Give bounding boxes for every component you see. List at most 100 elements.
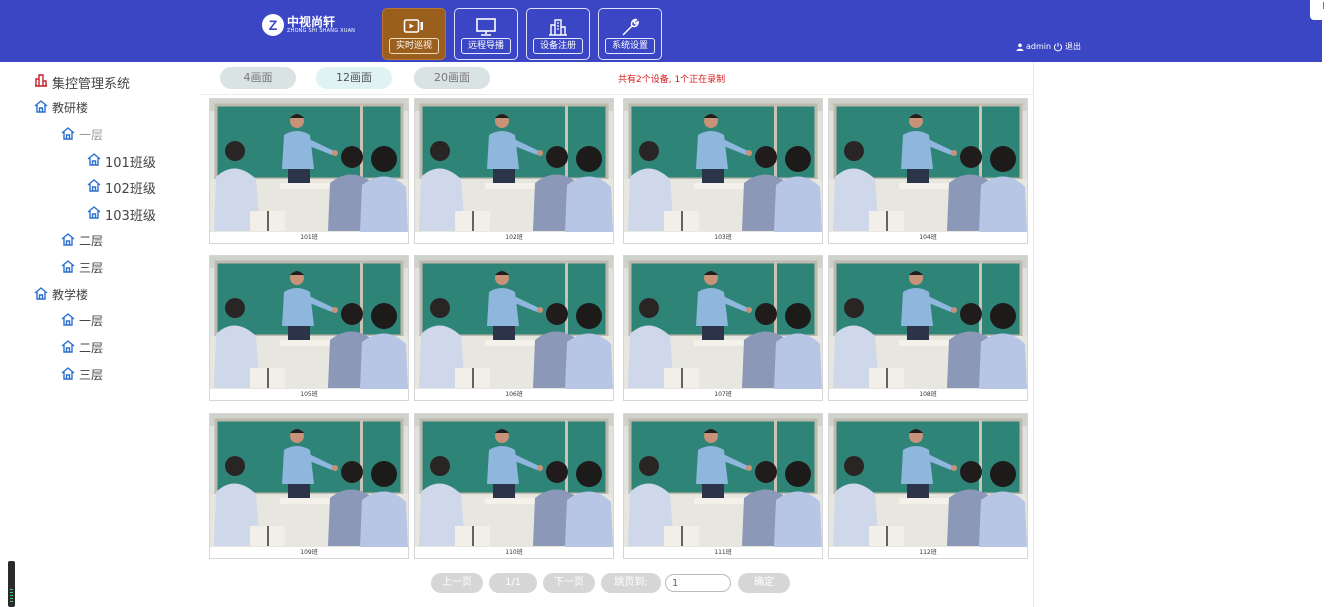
brand-logo: Z 中视尚轩 ZHONG SHI SHANG XUAN (262, 14, 355, 36)
camera-tile[interactable]: 101班 (209, 98, 409, 244)
camera-tile[interactable]: 106班 (414, 255, 614, 401)
logout-label: 退出 (1065, 42, 1081, 51)
power-icon (1053, 42, 1063, 51)
home-icon (87, 153, 101, 170)
current-user: admin (1016, 42, 1051, 51)
classroom-thumbnail (210, 414, 408, 547)
logo-mark-icon: Z (262, 14, 284, 36)
tree-node-class[interactable]: 103班级 (87, 205, 156, 224)
tree-node-floor[interactable]: 三层 (61, 259, 103, 276)
nav-realtime-patrol[interactable]: 实时巡视 (382, 8, 446, 60)
nav-device-register[interactable]: 设备注册 (526, 8, 590, 60)
tree-label: 一层 (79, 128, 104, 142)
toolbar: 4画面 12画面 20画面 共有2个设备, 1个正在录制 (200, 62, 1034, 95)
camera-tile[interactable]: 112班 (828, 413, 1028, 559)
tree-label: 二层 (79, 341, 104, 355)
classroom-thumbnail (829, 414, 1027, 547)
nav-label: 设备注册 (533, 38, 583, 54)
classroom-thumbnail (210, 99, 408, 232)
classroom-thumbnail (829, 256, 1027, 389)
camera-tile[interactable]: 111班 (623, 413, 823, 559)
classroom-thumbnail (829, 99, 1027, 232)
classroom-thumbnail (624, 99, 822, 232)
home-icon (87, 179, 101, 196)
pagination: 上一页 1/1 下一页 跳页到: 确定 (431, 573, 796, 593)
tree-root[interactable]: 集控管理系统 (34, 73, 130, 92)
home-icon (61, 126, 75, 143)
camera-tile[interactable]: 103班 (623, 98, 823, 244)
side-drag-handle[interactable] (8, 561, 15, 607)
confirm-button[interactable]: 确定 (738, 573, 790, 593)
home-icon (61, 366, 75, 383)
camera-label: 111班 (624, 547, 822, 558)
camera-tile[interactable]: 105班 (209, 255, 409, 401)
tree-node-floor[interactable]: 一层 (61, 312, 103, 329)
camera-tile[interactable]: 110班 (414, 413, 614, 559)
next-page-button[interactable]: 下一页 (543, 573, 595, 593)
tree-label: 二层 (79, 234, 104, 248)
top-header: Z 中视尚轩 ZHONG SHI SHANG XUAN 实时巡视 远程导播 设备… (0, 0, 1322, 62)
layout-4-button[interactable]: 4画面 (220, 67, 296, 89)
camera-label: 102班 (415, 232, 613, 243)
tree-label: 教研楼 (52, 101, 89, 115)
tree-node-floor[interactable]: 二层 (61, 339, 103, 356)
classroom-thumbnail (624, 414, 822, 547)
home-icon (61, 232, 75, 249)
classroom-thumbnail (415, 99, 613, 232)
camera-label: 107班 (624, 389, 822, 400)
camera-label: 103班 (624, 232, 822, 243)
tree-label: 101班级 (105, 156, 156, 171)
home-icon (34, 99, 48, 116)
tree-node-building[interactable]: 教研楼 (34, 99, 88, 116)
camera-tile[interactable]: 107班 (623, 255, 823, 401)
window-corner-tab[interactable] (1310, 0, 1329, 20)
nav-system-settings[interactable]: 系统设置 (598, 8, 662, 60)
camera-label: 110班 (415, 547, 613, 558)
tree-node-floor[interactable]: 三层 (61, 366, 103, 383)
sidebar-tree: 集控管理系统 教研楼 一层 101班级 102班级 103班级 二层 三层 教学… (0, 62, 200, 607)
camera-tile[interactable]: 102班 (414, 98, 614, 244)
video-icon (383, 17, 445, 39)
camera-tile[interactable]: 108班 (828, 255, 1028, 401)
home-icon (61, 339, 75, 356)
user-icon (1016, 43, 1024, 51)
camera-label: 106班 (415, 389, 613, 400)
camera-label: 109班 (210, 547, 408, 558)
logout-button[interactable]: 退出 (1053, 41, 1081, 52)
logo-subtitle: ZHONG SHI SHANG XUAN (287, 27, 356, 34)
camera-label: 105班 (210, 389, 408, 400)
home-icon (34, 286, 48, 303)
layout-12-button[interactable]: 12画面 (316, 67, 392, 89)
username: admin (1026, 42, 1052, 51)
camera-label: 112班 (829, 547, 1027, 558)
main-nav: 实时巡视 远程导播 设备注册 系统设置 (382, 8, 670, 60)
tree-node-floor[interactable]: 一层 (61, 126, 103, 143)
classroom-thumbnail (415, 256, 613, 389)
device-summary: 共有2个设备, 1个正在录制 (618, 75, 726, 85)
tree-root-label: 集控管理系统 (52, 77, 131, 92)
building-icon (34, 74, 48, 91)
camera-label: 108班 (829, 389, 1027, 400)
tree-label: 102班级 (105, 182, 156, 197)
main-panel: 4画面 12画面 20画面 共有2个设备, 1个正在录制 101班 102班 1… (200, 62, 1034, 607)
classroom-thumbnail (210, 256, 408, 389)
prev-page-button[interactable]: 上一页 (431, 573, 483, 593)
tree-node-class[interactable]: 101班级 (87, 152, 156, 171)
jump-page-input[interactable] (665, 574, 731, 592)
nav-label: 实时巡视 (389, 38, 439, 54)
nav-remote-directing[interactable]: 远程导播 (454, 8, 518, 60)
tree-node-class[interactable]: 102班级 (87, 178, 156, 197)
tree-label: 三层 (79, 368, 104, 382)
tree-node-building[interactable]: 教学楼 (34, 286, 88, 303)
layout-20-button[interactable]: 20画面 (414, 67, 490, 89)
page-indicator: 1/1 (489, 573, 537, 593)
camera-label: 101班 (210, 232, 408, 243)
camera-tile[interactable]: 104班 (828, 98, 1028, 244)
tree-label: 103班级 (105, 209, 156, 224)
tree-label: 教学楼 (52, 288, 89, 302)
logo-name: 中视尚轩 (287, 14, 336, 29)
nav-label: 远程导播 (461, 38, 511, 54)
classroom-thumbnail (415, 414, 613, 547)
camera-tile[interactable]: 109班 (209, 413, 409, 559)
tree-node-floor[interactable]: 二层 (61, 232, 103, 249)
